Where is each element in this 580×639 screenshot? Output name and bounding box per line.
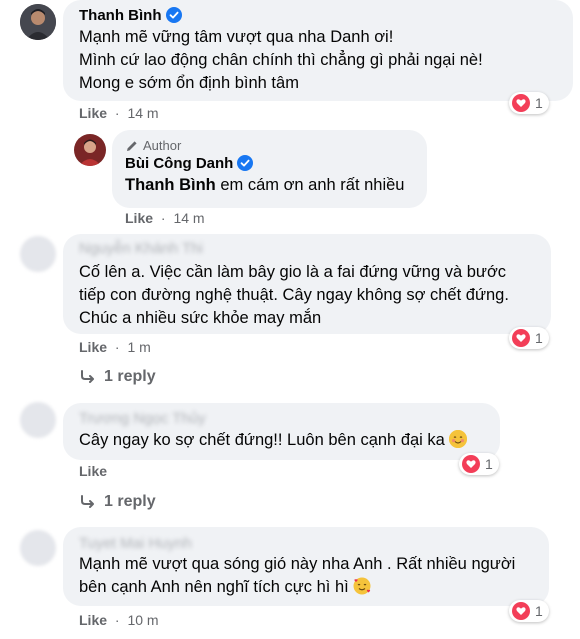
avatar[interactable] [20, 402, 56, 438]
avatar[interactable] [20, 236, 56, 272]
author-pen-icon [127, 140, 137, 151]
comment-actions: Like · 14 m [125, 210, 205, 226]
comment-line-text: bên cạnh Anh nên nghĩ tích cực hì hì [79, 578, 349, 596]
comment-line-text: Cây ngay ko sợ chết đứng!! Luôn bên cạnh… [79, 431, 445, 449]
avatar-photo [20, 4, 56, 40]
comment-line: bên cạnh Anh nên nghĩ tích cực hì hì [79, 576, 371, 600]
separator: · [114, 339, 120, 355]
like-button[interactable]: Like [125, 210, 153, 226]
avatar[interactable] [20, 4, 56, 40]
avatar-photo [74, 134, 106, 166]
avatar[interactable] [74, 134, 106, 166]
comment-line: Chúc a nhiều sức khỏe may mắn [79, 309, 322, 327]
timestamp[interactable]: 14 m [127, 105, 158, 121]
comment-line: Mạnh mẽ vững tâm vượt qua nha Danh ơi! [79, 28, 394, 46]
like-button[interactable]: Like [79, 105, 107, 121]
comment-line: tiếp con đường nghệ thuật. Cây ngay khôn… [79, 286, 509, 304]
verified-badge-icon [237, 155, 254, 171]
comment-line: Mong e sớm ổn định bình tâm [79, 74, 299, 92]
commenter-name[interactable]: Bùi Công Danh [125, 155, 254, 172]
commenter-name[interactable]: Trương Ngọc Thủy [79, 410, 206, 427]
comment-actions: Like · 1 m [79, 339, 151, 355]
separator: · [114, 105, 120, 121]
commenter-name[interactable]: Nguyễn Khánh Thi [79, 240, 203, 257]
reply-count-label: 1 reply [104, 368, 156, 385]
avatar[interactable] [20, 530, 56, 566]
comment-line: Mạnh mẽ vượt qua sóng gió này nha Anh . … [79, 555, 516, 573]
love-reaction-icon [462, 455, 480, 473]
reply-arrow-icon [81, 370, 94, 383]
like-button[interactable]: Like [79, 339, 107, 355]
love-reaction-icon [512, 602, 530, 620]
reaction-count[interactable]: 1 [509, 92, 549, 114]
comment-text: Thanh Bình em cám ơn anh rất nhiều [125, 174, 405, 198]
reaction-number: 1 [535, 330, 543, 346]
commenter-name[interactable]: Thanh Bình [79, 7, 182, 24]
reaction-number: 1 [485, 456, 493, 472]
love-reaction-icon [512, 329, 530, 347]
reaction-number: 1 [535, 95, 543, 111]
comment-actions: Like · 10 m [79, 612, 159, 628]
love-reaction-icon [512, 94, 530, 112]
reply-count-label: 1 reply [104, 493, 156, 510]
author-tag: Author [125, 138, 181, 153]
view-replies-link[interactable]: 1 reply [80, 493, 156, 511]
smiling-hearts-emoji [353, 577, 371, 595]
comment-actions: Like · 14 m [79, 105, 159, 121]
comment-actions: Like [79, 463, 107, 479]
timestamp[interactable]: 1 m [127, 339, 150, 355]
verified-badge-icon [165, 7, 182, 23]
reaction-count[interactable]: 1 [509, 327, 549, 349]
timestamp[interactable]: 14 m [173, 210, 204, 226]
smiling-blush-emoji [448, 430, 467, 448]
commenter-name[interactable]: Tuyet Mai Huynh [79, 535, 192, 552]
author-label: Author [143, 138, 182, 153]
reaction-count[interactable]: 1 [509, 600, 549, 622]
like-button[interactable]: Like [79, 463, 107, 479]
view-replies-link[interactable]: 1 reply [80, 368, 156, 386]
reply-arrow-icon [81, 495, 94, 508]
separator: · [114, 612, 120, 628]
reaction-count[interactable]: 1 [459, 453, 499, 475]
comment-line: Cây ngay ko sợ chết đứng!! Luôn bên cạnh… [79, 429, 467, 453]
comment-line: Cố lên a. Việc cần làm bây gio là a fai … [79, 263, 507, 281]
mention-link[interactable]: Thanh Bình [125, 176, 216, 194]
reaction-number: 1 [535, 603, 543, 619]
timestamp[interactable]: 10 m [127, 612, 158, 628]
comment-line: Mình cứ lao động chân chính thì chẳng gì… [79, 51, 483, 69]
separator: · [160, 210, 166, 226]
like-button[interactable]: Like [79, 612, 107, 628]
comment-text-body: em cám ơn anh rất nhiều [215, 176, 405, 194]
